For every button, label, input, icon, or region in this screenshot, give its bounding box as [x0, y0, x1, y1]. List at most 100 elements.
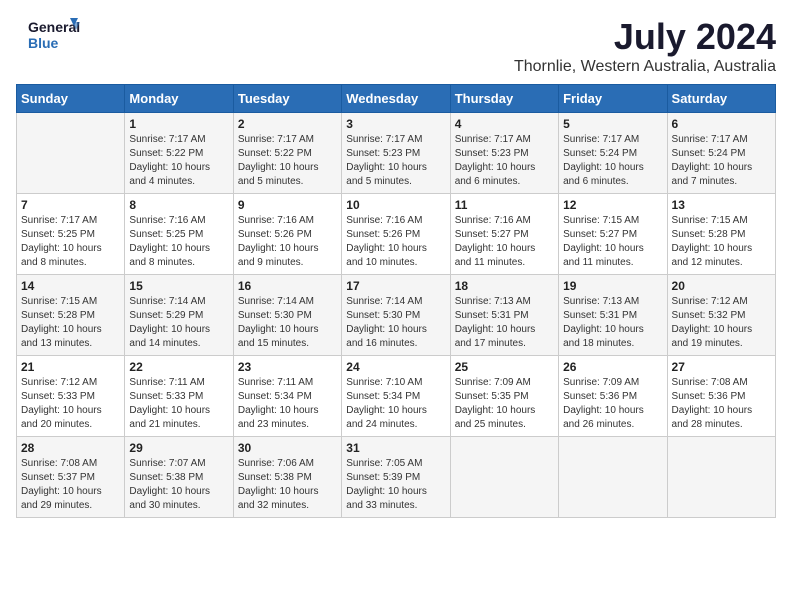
calendar-table: SundayMondayTuesdayWednesdayThursdayFrid… — [16, 84, 776, 518]
day-info: Sunrise: 7:08 AM Sunset: 5:36 PM Dayligh… — [672, 376, 771, 432]
day-number: 30 — [238, 441, 337, 455]
day-info: Sunrise: 7:14 AM Sunset: 5:29 PM Dayligh… — [129, 295, 228, 351]
calendar-cell: 19Sunrise: 7:13 AM Sunset: 5:31 PM Dayli… — [559, 275, 667, 356]
weekday-header: Wednesday — [342, 85, 450, 113]
day-number: 25 — [455, 360, 554, 374]
day-number: 12 — [563, 198, 662, 212]
calendar-cell: 31 Sunrise: 7:05 AM Sunset: 5:39 PM Dayli… — [342, 437, 450, 518]
logo-svg: General Blue — [16, 16, 96, 52]
calendar-week-row: 1 Sunrise: 7:17 AM Sunset: 5:22 PM Daylig… — [17, 113, 776, 194]
day-number: 16 — [238, 279, 337, 293]
calendar-cell: 18 Sunrise: 7:13 AM Sunset: 5:31 PM Dayli… — [450, 275, 558, 356]
day-info: Sunrise: 7:16 AM Sunset: 5:27 PM Dayligh… — [455, 214, 554, 270]
day-info: Sunrise: 7:16 AM Sunset: 5:26 PM Dayligh… — [346, 214, 445, 270]
calendar-cell: 12 Sunrise: 7:15 AM Sunset: 5:27 PM Dayli… — [559, 194, 667, 275]
day-number: 9 — [238, 198, 337, 212]
day-number: 17 — [346, 279, 445, 293]
day-number: 8 — [129, 198, 228, 212]
day-info: Sunrise: 7:15 AM Sunset: 5:28 PM Dayligh… — [672, 214, 771, 270]
calendar-cell: 21 Sunrise: 7:12 AM Sunset: 5:33 PM Dayli… — [17, 356, 125, 437]
calendar-cell: 27 Sunrise: 7:08 AM Sunset: 5:36 PM Dayli… — [667, 356, 775, 437]
day-number: 14 — [21, 279, 120, 293]
day-info: Sunrise: 7:14 AM Sunset: 5:30 PM Dayligh… — [346, 295, 445, 351]
calendar-cell: 6Sunrise: 7:17 AM Sunset: 5:24 PM Daylig… — [667, 113, 775, 194]
day-info: Sunrise: 7:16 AM Sunset: 5:26 PM Dayligh… — [238, 214, 337, 270]
calendar-cell — [450, 437, 558, 518]
day-number: 18 — [455, 279, 554, 293]
day-info: Sunrise: 7:12 AM Sunset: 5:32 PM Dayligh… — [672, 295, 771, 351]
day-number: 2 — [238, 117, 337, 131]
day-number: 24 — [346, 360, 445, 374]
calendar-cell: 22 Sunrise: 7:11 AM Sunset: 5:33 PM Dayli… — [125, 356, 233, 437]
svg-text:Blue: Blue — [28, 35, 59, 51]
day-info: Sunrise: 7:17 AM Sunset: 5:22 PM Dayligh… — [238, 133, 337, 189]
day-number: 15 — [129, 279, 228, 293]
day-info: Sunrise: 7:17 AM Sunset: 5:23 PM Dayligh… — [346, 133, 445, 189]
calendar-cell: 11 Sunrise: 7:16 AM Sunset: 5:27 PM Dayli… — [450, 194, 558, 275]
calendar-cell: 3 Sunrise: 7:17 AM Sunset: 5:23 PM Daylig… — [342, 113, 450, 194]
calendar-cell: 10Sunrise: 7:16 AM Sunset: 5:26 PM Dayli… — [342, 194, 450, 275]
calendar-cell: 13 Sunrise: 7:15 AM Sunset: 5:28 PM Dayli… — [667, 194, 775, 275]
day-number: 1 — [129, 117, 228, 131]
calendar-cell: 14 Sunrise: 7:15 AM Sunset: 5:28 PM Dayli… — [17, 275, 125, 356]
calendar-week-row: 21 Sunrise: 7:12 AM Sunset: 5:33 PM Dayli… — [17, 356, 776, 437]
calendar-cell: 1Sunrise: 7:17 AM Sunset: 5:22 PM Daylig… — [125, 113, 233, 194]
day-info: Sunrise: 7:17 AM Sunset: 5:24 PM Dayligh… — [672, 133, 771, 189]
day-info: Sunrise: 7:12 AM Sunset: 5:33 PM Dayligh… — [21, 376, 120, 432]
weekday-header: Thursday — [450, 85, 558, 113]
calendar-cell: 26Sunrise: 7:09 AM Sunset: 5:36 PM Dayli… — [559, 356, 667, 437]
day-number: 31 — [346, 441, 445, 455]
day-info: Sunrise: 7:05 AM Sunset: 5:39 PM Dayligh… — [346, 457, 445, 513]
calendar-cell: 2 Sunrise: 7:17 AM Sunset: 5:22 PM Daylig… — [233, 113, 341, 194]
day-info: Sunrise: 7:15 AM Sunset: 5:27 PM Dayligh… — [563, 214, 662, 270]
day-number: 21 — [21, 360, 120, 374]
page-header: General Blue July 2024 Thornlie, Western… — [16, 16, 776, 76]
calendar-cell: 20 Sunrise: 7:12 AM Sunset: 5:32 PM Dayli… — [667, 275, 775, 356]
day-info: Sunrise: 7:11 AM Sunset: 5:33 PM Dayligh… — [129, 376, 228, 432]
day-number: 5 — [563, 117, 662, 131]
day-info: Sunrise: 7:13 AM Sunset: 5:31 PM Dayligh… — [455, 295, 554, 351]
calendar-week-row: 7 Sunrise: 7:17 AM Sunset: 5:25 PM Daylig… — [17, 194, 776, 275]
calendar-cell: 23 Sunrise: 7:11 AM Sunset: 5:34 PM Dayli… — [233, 356, 341, 437]
day-number: 11 — [455, 198, 554, 212]
day-info: Sunrise: 7:07 AM Sunset: 5:38 PM Dayligh… — [129, 457, 228, 513]
calendar-cell: 9 Sunrise: 7:16 AM Sunset: 5:26 PM Daylig… — [233, 194, 341, 275]
day-number: 4 — [455, 117, 554, 131]
main-title: July 2024 — [514, 16, 776, 58]
weekday-header: Sunday — [17, 85, 125, 113]
day-info: Sunrise: 7:17 AM Sunset: 5:25 PM Dayligh… — [21, 214, 120, 270]
calendar-header-row: SundayMondayTuesdayWednesdayThursdayFrid… — [17, 85, 776, 113]
calendar-cell: 5Sunrise: 7:17 AM Sunset: 5:24 PM Daylig… — [559, 113, 667, 194]
calendar-cell — [17, 113, 125, 194]
day-number: 19 — [563, 279, 662, 293]
calendar-cell: 8 Sunrise: 7:16 AM Sunset: 5:25 PM Daylig… — [125, 194, 233, 275]
day-info: Sunrise: 7:06 AM Sunset: 5:38 PM Dayligh… — [238, 457, 337, 513]
calendar-cell: 25Sunrise: 7:09 AM Sunset: 5:35 PM Dayli… — [450, 356, 558, 437]
calendar-cell: 30 Sunrise: 7:06 AM Sunset: 5:38 PM Dayli… — [233, 437, 341, 518]
calendar-cell: 24 Sunrise: 7:10 AM Sunset: 5:34 PM Dayli… — [342, 356, 450, 437]
day-info: Sunrise: 7:11 AM Sunset: 5:34 PM Dayligh… — [238, 376, 337, 432]
title-block: July 2024 Thornlie, Western Australia, A… — [514, 16, 776, 76]
day-number: 23 — [238, 360, 337, 374]
calendar-cell: 29 Sunrise: 7:07 AM Sunset: 5:38 PM Dayli… — [125, 437, 233, 518]
day-number: 7 — [21, 198, 120, 212]
calendar-cell — [559, 437, 667, 518]
day-number: 27 — [672, 360, 771, 374]
day-number: 29 — [129, 441, 228, 455]
day-info: Sunrise: 7:16 AM Sunset: 5:25 PM Dayligh… — [129, 214, 228, 270]
day-number: 22 — [129, 360, 228, 374]
day-number: 13 — [672, 198, 771, 212]
day-info: Sunrise: 7:09 AM Sunset: 5:36 PM Dayligh… — [563, 376, 662, 432]
calendar-cell: 15 Sunrise: 7:14 AM Sunset: 5:29 PM Dayli… — [125, 275, 233, 356]
day-number: 20 — [672, 279, 771, 293]
calendar-cell: 4 Sunrise: 7:17 AM Sunset: 5:23 PM Daylig… — [450, 113, 558, 194]
calendar-cell: 7 Sunrise: 7:17 AM Sunset: 5:25 PM Daylig… — [17, 194, 125, 275]
logo: General Blue — [16, 16, 100, 52]
calendar-cell: 17 Sunrise: 7:14 AM Sunset: 5:30 PM Dayli… — [342, 275, 450, 356]
day-info: Sunrise: 7:15 AM Sunset: 5:28 PM Dayligh… — [21, 295, 120, 351]
day-info: Sunrise: 7:17 AM Sunset: 5:23 PM Dayligh… — [455, 133, 554, 189]
weekday-header: Tuesday — [233, 85, 341, 113]
calendar-cell: 16Sunrise: 7:14 AM Sunset: 5:30 PM Dayli… — [233, 275, 341, 356]
day-info: Sunrise: 7:10 AM Sunset: 5:34 PM Dayligh… — [346, 376, 445, 432]
day-number: 3 — [346, 117, 445, 131]
